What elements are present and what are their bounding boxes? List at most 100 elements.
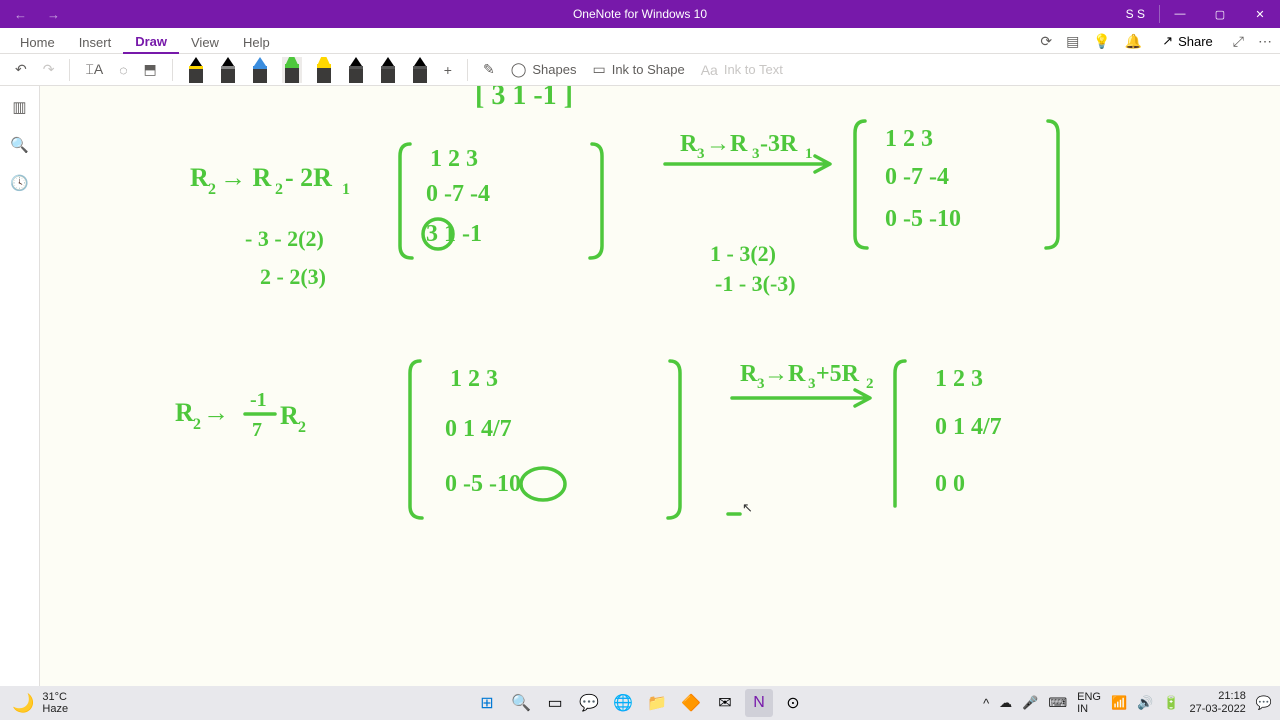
svg-text:0 0: 0 0 [935,471,965,497]
start-button[interactable]: ⊞ [473,689,501,717]
fullscreen-icon[interactable]: ⤢ [1233,33,1244,50]
taskbar-search-icon[interactable]: 🔍 [507,689,535,717]
svg-text:→: → [203,398,229,427]
tab-help[interactable]: Help [231,32,282,53]
lasso-button[interactable]: ◌ [114,59,132,81]
files-icon[interactable]: 📁 [643,689,671,717]
battery-icon[interactable]: 🔋 [1163,695,1179,711]
user-label[interactable]: S S [1112,7,1159,21]
svg-text:R: R [175,398,194,427]
svg-text:1 2 3: 1 2 3 [935,366,983,392]
more-icon[interactable]: ⋯ [1258,33,1272,50]
svg-text:[ 3 1 -1 ]: [ 3 1 -1 ] [475,86,573,111]
svg-text:1 2 3: 1 2 3 [885,126,933,152]
redo-button[interactable]: ↷ [38,58,60,81]
ink-to-shape-button[interactable]: ▭Ink to Shape [587,58,689,81]
clock[interactable]: 21:18 27-03-2022 [1190,690,1246,716]
weather-condition: Haze [42,703,68,715]
keyboard-icon[interactable]: ⌨ [1048,695,1067,711]
left-sidebar: ▥ 🔍 🕓 [0,86,40,686]
bell-icon[interactable]: 🔔 [1125,33,1142,50]
recent-icon[interactable]: 🕓 [10,174,29,192]
separator [69,59,70,81]
svg-text:2: 2 [275,181,283,198]
notifications-icon[interactable]: 💬 [1256,695,1272,711]
app-icon-1[interactable]: 🔶 [677,689,705,717]
svg-text:R: R [680,131,698,157]
svg-text:0 -5 -10: 0 -5 -10 [885,206,961,232]
search-icon[interactable]: 🔍 [10,136,29,154]
draw-toolbar: ↶ ↷ ⌶A ◌ ⬒ + ✎ ◯Shapes ▭Ink to Shape Aa I… [0,54,1280,86]
pen-green-highlighter[interactable] [282,57,302,83]
tab-home[interactable]: Home [8,32,67,53]
back-arrow-icon[interactable]: ← [14,7,27,22]
ink-to-text-icon: Aa [701,62,718,78]
tab-draw[interactable]: Draw [123,31,179,54]
svg-text:-3R: -3R [760,131,798,157]
svg-text:+5R: +5R [816,361,860,387]
sync-icon[interactable]: ⟳ [1040,33,1052,50]
chevron-up-icon[interactable]: ^ [983,696,989,711]
system-tray[interactable]: ^ ☁ 🎤 ⌨ ENG IN 📶 🔊 🔋 21:18 27-03-2022 💬 [983,690,1272,716]
app-icon-2[interactable]: ⊙ [779,689,807,717]
eraser-button[interactable]: ⬒ [139,58,162,81]
separator [172,59,173,81]
volume-icon[interactable]: 🔊 [1137,695,1153,711]
svg-text:- 3 - 2(2): - 3 - 2(2) [245,226,324,251]
svg-text:2: 2 [193,416,201,433]
svg-text:0 -5 -10: 0 -5 -10 [445,471,521,497]
separator [467,59,468,81]
tab-insert[interactable]: Insert [67,32,124,53]
mail-icon[interactable]: ✉ [711,689,739,717]
mic-icon[interactable]: 🎤 [1022,695,1038,711]
svg-text:0 1 4/7: 0 1 4/7 [935,414,1002,440]
svg-text:-1 - 3(-3): -1 - 3(-3) [715,271,796,296]
share-label: Share [1178,34,1213,49]
bulb-icon[interactable]: 💡 [1093,33,1110,50]
tab-view[interactable]: View [179,32,231,53]
shapes-button[interactable]: ◯Shapes [506,58,582,81]
wifi-icon[interactable]: 📶 [1111,695,1127,711]
page-icon[interactable]: ▤ [1066,33,1079,50]
undo-button[interactable]: ↶ [10,58,32,81]
svg-text:0 -7 -4: 0 -7 -4 [426,181,490,207]
close-button[interactable]: ✕ [1240,0,1280,28]
svg-text:→R: →R [706,131,748,157]
note-canvas[interactable]: [ 3 1 -1 ] R 2 → R 2 - 2R 1 - 3 - 2(2) 2… [40,86,1280,686]
onedrive-icon[interactable]: ☁ [999,695,1012,711]
ink-draw-button[interactable]: ✎ [478,58,500,81]
notebooks-icon[interactable]: ▥ [12,98,26,116]
ink-to-text-label: Ink to Text [724,62,783,77]
svg-text:3: 3 [752,146,760,162]
svg-text:1: 1 [805,146,813,162]
pen-yellow-highlighter[interactable] [314,57,334,83]
lang-primary: ENG [1077,691,1101,703]
pen-black-yellow[interactable] [186,57,206,83]
add-pen-button[interactable]: + [439,59,457,81]
pen-blue[interactable] [250,57,270,83]
task-view-icon[interactable]: ▭ [541,689,569,717]
svg-text:R: R [740,361,758,387]
forward-arrow-icon[interactable]: → [47,7,60,22]
maximize-button[interactable]: ▢ [1200,0,1240,28]
svg-text:2 - 2(3): 2 - 2(3) [260,264,326,289]
pen-black-3[interactable] [378,57,398,83]
svg-text:2: 2 [208,181,216,198]
svg-text:0 -7 -4: 0 -7 -4 [885,164,949,190]
minimize-button[interactable]: — [1160,0,1200,28]
svg-text:→R: →R [764,361,806,387]
edge-icon[interactable]: 🌐 [609,689,637,717]
pen-black-2[interactable] [346,57,366,83]
svg-text:1 2 3: 1 2 3 [430,146,478,172]
svg-text:-1: -1 [250,389,267,411]
teams-icon[interactable]: 💬 [575,689,603,717]
language-indicator[interactable]: ENG IN [1077,691,1101,715]
svg-text:R: R [280,401,299,430]
pen-black-4[interactable] [410,57,430,83]
weather-widget[interactable]: 🌙 31°C Haze [0,691,68,715]
ink-to-text-button[interactable]: Aa Ink to Text [696,59,788,81]
share-button[interactable]: ↗Share [1156,31,1219,51]
text-select-button[interactable]: ⌶A [80,58,108,81]
pen-black[interactable] [218,57,238,83]
onenote-taskbar-icon[interactable]: N [745,689,773,717]
